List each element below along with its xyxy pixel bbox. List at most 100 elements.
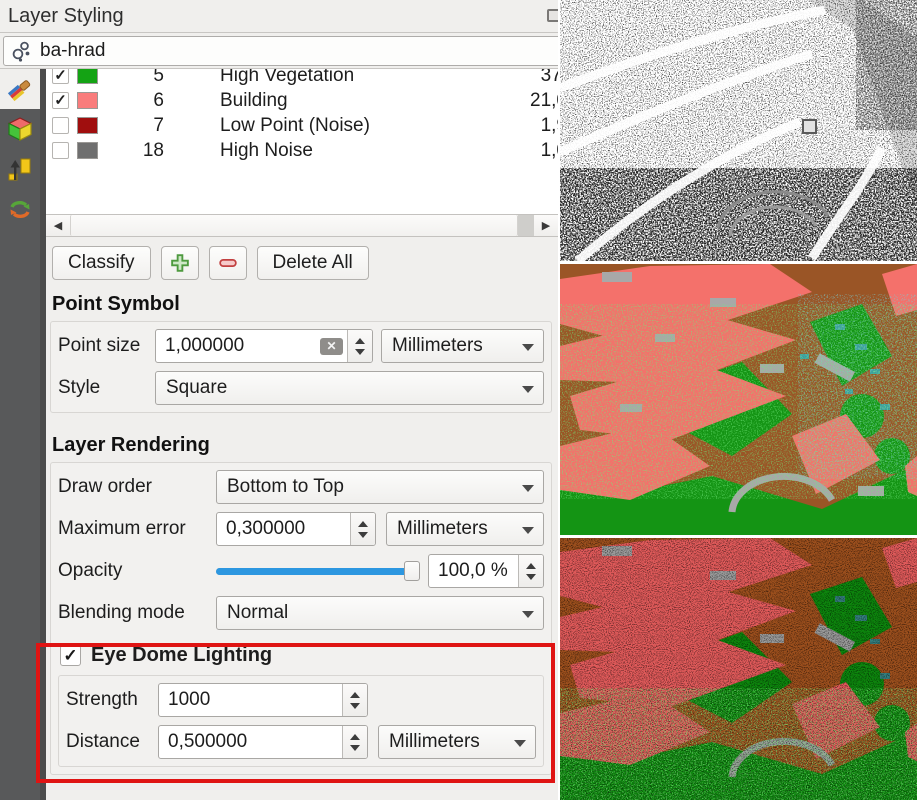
classification-row[interactable]: ✓ 6 Building 21,0 (52, 88, 558, 113)
clear-value-icon[interactable]: ✕ (320, 338, 343, 355)
max-error-field[interactable] (216, 512, 376, 546)
classification-row[interactable]: ✓ 18 High Noise 1,0 (52, 138, 558, 163)
point-size-field[interactable]: ✕ (155, 329, 373, 363)
distance-unit-select[interactable]: Millimeters (378, 725, 536, 759)
eye-dome-lighting-toggle-row: ✓ Eye Dome Lighting (60, 642, 544, 668)
distance-input[interactable] (159, 731, 342, 753)
add-class-button[interactable] (161, 246, 199, 280)
opacity-label: Opacity (58, 560, 216, 582)
spin-down-icon (358, 532, 368, 538)
class-color-swatch[interactable] (77, 69, 98, 84)
qgis-window: Layer Styling ba-hrad (0, 0, 917, 800)
class-color-swatch[interactable] (77, 142, 98, 159)
paintbrush-icon (6, 75, 34, 103)
eye-dome-lighting-checkbox[interactable]: ✓ (60, 645, 81, 666)
distance-field[interactable] (158, 725, 368, 759)
classification-row[interactable]: ✓ 7 Low Point (Noise) 1,9 (52, 113, 558, 138)
slider-handle[interactable] (404, 561, 420, 581)
delete-all-button[interactable]: Delete All (257, 246, 369, 280)
opacity-spinner[interactable] (518, 555, 543, 587)
class-value: 5 (112, 69, 164, 87)
chevron-down-icon (514, 740, 526, 747)
visibility-checkbox[interactable]: ✓ (52, 142, 69, 159)
layer-rendering-group: Draw order Bottom to Top Maximum error (50, 462, 552, 775)
blending-mode-value: Normal (227, 602, 288, 624)
strength-field[interactable] (158, 683, 368, 717)
panel-body: ✓ 5 High Vegetation 37, ✓ 6 Building 21,… (0, 69, 558, 800)
float-panel-icon[interactable] (547, 9, 560, 22)
point-size-unit-value: Millimeters (392, 335, 483, 357)
spin-up-icon (355, 338, 365, 344)
render-edl-grayscale (560, 0, 917, 261)
distance-label: Distance (66, 731, 158, 753)
eye-dome-lighting-label: Eye Dome Lighting (91, 644, 272, 667)
strength-input[interactable] (159, 689, 342, 711)
blending-mode-select[interactable]: Normal (216, 596, 544, 630)
opacity-input[interactable] (429, 560, 518, 582)
check-icon: ✓ (54, 69, 67, 83)
layer-selector[interactable]: ba-hrad (3, 36, 558, 66)
classification-list[interactable]: ✓ 5 High Vegetation 37, ✓ 6 Building 21,… (46, 69, 558, 237)
max-error-spinner[interactable] (350, 513, 375, 545)
opacity-row: Opacity (58, 554, 544, 588)
class-color-swatch[interactable] (77, 92, 98, 109)
class-percent: 37, (541, 69, 558, 87)
point-size-label: Point size (58, 335, 155, 357)
point-size-spinner[interactable] (347, 330, 372, 362)
scrollbar-track[interactable] (518, 215, 534, 236)
chevron-down-icon (522, 527, 534, 534)
scroll-right-icon[interactable]: ▶ (534, 215, 558, 236)
spin-down-icon (350, 745, 360, 751)
style-select[interactable]: Square (155, 371, 544, 405)
distance-spinner[interactable] (342, 726, 367, 758)
point-size-unit-select[interactable]: Millimeters (381, 329, 544, 363)
visibility-checkbox[interactable]: ✓ (52, 117, 69, 134)
tab-3d-view[interactable] (0, 109, 40, 149)
tab-symbology[interactable] (0, 69, 40, 109)
opacity-field[interactable] (428, 554, 544, 588)
draw-order-row: Draw order Bottom to Top (58, 470, 544, 504)
opacity-slider[interactable] (216, 561, 420, 581)
layer-name: ba-hrad (40, 40, 106, 62)
class-color-swatch[interactable] (77, 117, 98, 134)
remove-class-button[interactable] (209, 246, 247, 280)
spin-down-icon (526, 574, 536, 580)
draw-order-select[interactable]: Bottom to Top (216, 470, 544, 504)
max-error-input[interactable] (217, 518, 350, 540)
class-percent: 1,0 (541, 140, 558, 162)
blending-mode-label: Blending mode (58, 602, 216, 624)
eye-dome-lighting-group: Strength Distance (58, 675, 544, 767)
style-row: Style Square (58, 371, 544, 405)
scroll-left-icon[interactable]: ◀ (46, 215, 70, 236)
panel-title: Layer Styling (8, 5, 124, 28)
classify-button[interactable]: Classify (52, 246, 151, 280)
slider-fill (216, 568, 420, 575)
strength-label: Strength (66, 689, 158, 711)
visibility-checkbox[interactable]: ✓ (52, 69, 69, 84)
panel-header: Layer Styling (0, 0, 558, 33)
tab-history[interactable] (0, 189, 40, 229)
chevron-down-icon (522, 611, 534, 618)
max-error-unit-select[interactable]: Millimeters (386, 512, 544, 546)
styling-tool-rail (0, 69, 40, 800)
strength-spinner[interactable] (342, 684, 367, 716)
plus-icon (169, 252, 191, 274)
list-horizontal-scrollbar[interactable]: ◀ ▶ (46, 214, 558, 236)
class-percent: 1,9 (541, 115, 558, 137)
point-size-input[interactable] (156, 335, 320, 357)
spin-up-icon (526, 563, 536, 569)
history-arrows-icon (6, 195, 34, 223)
3d-cube-icon (6, 115, 34, 143)
chevron-down-icon (522, 485, 534, 492)
visibility-checkbox[interactable]: ✓ (52, 92, 69, 109)
spin-up-icon (358, 521, 368, 527)
style-value: Square (166, 377, 227, 399)
elevation-icon (6, 155, 34, 183)
class-label: High Vegetation (220, 69, 354, 87)
blending-mode-row: Blending mode Normal (58, 596, 544, 630)
point-symbol-group: Point size ✕ Millimeters Style (50, 321, 552, 413)
scrollbar-handle[interactable] (70, 215, 518, 236)
classification-row[interactable]: ✓ 5 High Vegetation 37, (52, 69, 558, 88)
chevron-down-icon (522, 386, 534, 393)
tab-elevation[interactable] (0, 149, 40, 189)
